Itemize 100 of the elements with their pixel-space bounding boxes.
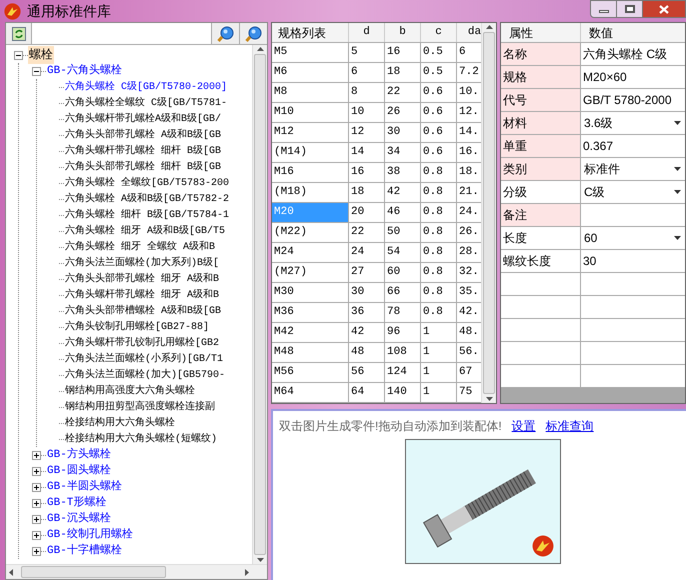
link[interactable]: 标准查询 — [546, 417, 594, 435]
property-dropdown[interactable]: C级 — [581, 181, 685, 203]
scroll-left-icon[interactable] — [9, 568, 13, 576]
maximize-button[interactable] — [617, 0, 643, 18]
table-cell: 38 — [385, 163, 421, 182]
scroll-right-icon[interactable] — [245, 568, 249, 576]
vertical-scrollbar[interactable] — [252, 45, 267, 564]
table-cell: (M14) — [272, 143, 349, 162]
tree-item[interactable]: 钢结构用扭剪型高强度螺栓连接副 — [64, 400, 216, 414]
table-cell: 0.6 — [421, 143, 457, 162]
scroll-down-icon[interactable] — [486, 397, 492, 401]
column-header[interactable]: b — [385, 23, 421, 42]
property-dropdown[interactable]: 3.6级 — [581, 112, 685, 134]
search-icon — [244, 24, 262, 42]
expand-toggle[interactable] — [32, 514, 41, 524]
refresh-button[interactable] — [6, 23, 32, 44]
property-value: 六角头螺栓 C级 — [582, 46, 668, 63]
scroll-up-icon[interactable] — [486, 25, 492, 29]
search-icon — [216, 24, 234, 42]
property-dropdown[interactable]: 标准件 — [581, 158, 685, 180]
tree-item[interactable]: 六角头螺栓 A级和B级[GB/T5782-2 — [64, 192, 230, 206]
column-header[interactable]: 规格列表 — [272, 23, 349, 42]
table-cell: 16 — [385, 43, 421, 62]
table-cell: 0.6 — [421, 103, 457, 122]
tree-item[interactable]: 六角头螺栓 全螺纹[GB/T5783-200 — [64, 176, 230, 190]
tree-item[interactable]: GB-圆头螺栓 — [46, 462, 112, 480]
dropdown-arrow-icon[interactable] — [674, 121, 681, 125]
horizontal-scrollbar[interactable] — [6, 564, 267, 579]
table-cell: 20 — [349, 203, 385, 222]
table-cell: 96 — [385, 323, 421, 342]
expand-toggle[interactable] — [32, 530, 41, 540]
tree-item[interactable]: GB-T形螺栓 — [46, 494, 108, 512]
table-cell: 0.6 — [421, 123, 457, 142]
table-cell: M42 — [272, 323, 349, 342]
tree-item[interactable]: 螺栓 — [28, 46, 54, 64]
column-header[interactable]: c — [421, 23, 457, 42]
tree-item[interactable]: 六角头铰制孔用螺栓[GB27-88] — [64, 320, 210, 334]
tree-item[interactable]: GB-半圆头螺栓 — [46, 478, 123, 496]
table-cell: 0.5 — [421, 63, 457, 82]
tree-item[interactable]: GB-沉头螺栓 — [46, 510, 112, 528]
tree-item[interactable]: 栓接结构用大六角头螺栓(短螺纹) — [64, 432, 218, 446]
close-button[interactable] — [643, 0, 686, 18]
vertical-scrollbar[interactable] — [481, 23, 496, 403]
link[interactable]: 设置 — [512, 417, 536, 435]
table-cell: 1 — [421, 383, 457, 402]
search-button[interactable] — [239, 23, 267, 44]
table-cell: M64 — [272, 383, 349, 402]
expand-toggle[interactable] — [32, 450, 41, 460]
expand-toggle[interactable] — [32, 466, 41, 476]
table-cell: 42 — [385, 183, 421, 202]
tree-item[interactable]: 六角头头部带孔螺栓 A级和B级[GB — [64, 128, 222, 142]
tree-item[interactable]: 六角头螺杆带孔螺栓 细杆 B级[GB — [64, 144, 222, 158]
scroll-down-icon[interactable] — [256, 558, 264, 562]
tree-item[interactable]: 六角头法兰面螺栓(小系列)[GB/T1 — [64, 352, 224, 366]
property-label: 代号 — [501, 89, 581, 111]
column-header[interactable]: d — [349, 23, 385, 42]
tree-item[interactable]: 六角头螺栓全螺纹 C级[GB/T5781- — [64, 96, 228, 110]
bolt-picture[interactable] — [405, 439, 561, 564]
tree-item[interactable]: GB-方头螺栓 — [46, 446, 112, 464]
tree-item[interactable]: 六角头法兰面螺栓(加大)[GB5790- — [64, 368, 226, 382]
tree-item[interactable]: 六角头头部带槽螺栓 A级和B级[GB — [64, 304, 222, 318]
collapse-toggle[interactable] — [32, 66, 41, 76]
tree-item[interactable]: 栓接结构用大六角头螺栓 — [64, 416, 176, 430]
minimize-button[interactable] — [590, 0, 617, 18]
collapse-toggle[interactable] — [14, 50, 23, 60]
tree-item[interactable]: GB-六角头螺栓 — [46, 62, 123, 80]
dropdown-arrow-icon[interactable] — [674, 236, 681, 240]
expand-toggle[interactable] — [32, 546, 41, 556]
dropdown-arrow-icon[interactable] — [674, 167, 681, 171]
tree-item[interactable]: 六角头螺栓 细牙 A级和B级[GB/T5 — [64, 224, 226, 238]
table-cell: (M27) — [272, 263, 349, 282]
expand-toggle[interactable] — [32, 482, 41, 492]
tree-item[interactable]: 六角头螺杆带孔螺栓A级和B级[GB/ — [64, 112, 222, 126]
dropdown-arrow-icon[interactable] — [674, 190, 681, 194]
property-label: 分级 — [501, 181, 581, 203]
table-cell: 1 — [421, 363, 457, 382]
property-input[interactable]: 30 — [581, 250, 685, 272]
tree-item[interactable]: 六角头螺栓 C级[GB/T5780-2000] — [64, 80, 228, 94]
table-cell: 16 — [349, 163, 385, 182]
tree-item[interactable]: 六角头螺栓 细牙 全螺纹 A级和B — [64, 240, 216, 254]
tree-item[interactable]: 钢结构用高强度大六角头螺栓 — [64, 384, 196, 398]
tree-item[interactable]: GB-十字槽螺栓 — [46, 542, 123, 560]
table-cell: 5 — [349, 43, 385, 62]
tree-item[interactable]: 六角头头部带孔螺栓 细牙 A级和B — [64, 272, 220, 286]
tree-item[interactable]: 六角头螺杆带孔螺栓 细牙 A级和B — [64, 288, 220, 302]
tree-item[interactable]: 六角头法兰面螺栓(加大系列)B级[ — [64, 256, 220, 270]
table-cell: 18 — [349, 183, 385, 202]
scroll-up-icon[interactable] — [256, 47, 264, 51]
refresh-icon — [12, 26, 26, 40]
property-dropdown[interactable]: 60 — [581, 227, 685, 249]
tree-item[interactable]: 六角头螺栓 细杆 B级[GB/T5784-1 — [64, 208, 230, 222]
tree-item[interactable]: 六角头螺杆带孔铰制孔用螺栓[GB2 — [64, 336, 220, 350]
logo-icon — [4, 2, 21, 20]
property-label: 螺纹长度 — [501, 250, 581, 272]
expand-toggle[interactable] — [32, 498, 41, 508]
tree-item[interactable]: GB-绞制孔用螺栓 — [46, 526, 134, 544]
table-cell: M20 — [272, 203, 349, 222]
table-cell: 48 — [349, 343, 385, 362]
search-button[interactable] — [211, 23, 239, 44]
tree-item[interactable]: 六角头头部带孔螺栓 细杆 B级[GB — [64, 160, 222, 174]
